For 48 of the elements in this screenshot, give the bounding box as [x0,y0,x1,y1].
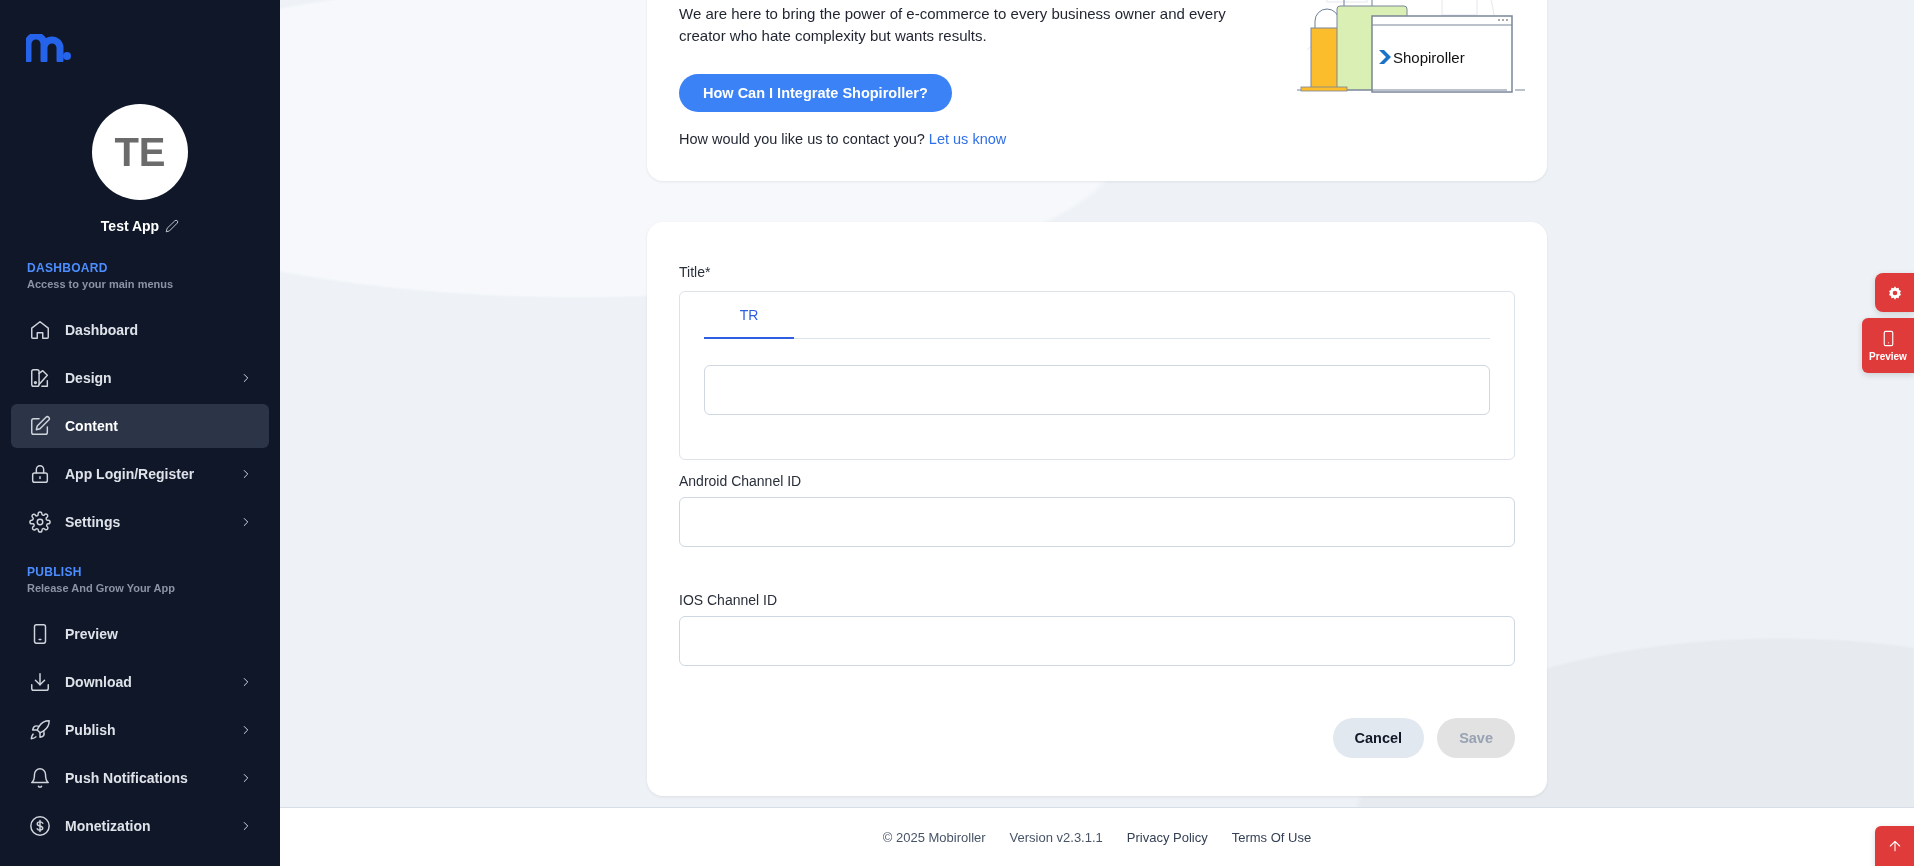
footer-text: Version v2.3.1.1 [1009,829,1103,845]
brand-label: Shopiroller [1393,49,1465,66]
avatar: TE [92,104,188,200]
field-label: Title* [679,263,712,281]
input-field[interactable] [679,616,1515,666]
integrate-button[interactable]: How Can I Integrate Shopiroller? [679,74,952,112]
nav-item[interactable]: Content [11,404,269,448]
lock-icon [29,463,51,485]
nav-item[interactable]: App Login/Register [11,452,269,496]
nav-item[interactable]: Push Notifications [11,756,269,800]
edit-icon [29,415,51,437]
let-us-know-link[interactable]: Let us know [928,131,1007,147]
settings-button[interactable] [1875,273,1914,312]
contact-text: How would you like us to contact you? Let us know [679,130,1008,149]
nav-item[interactable]: Dashboard [11,308,269,352]
nav-item[interactable]: Preview [11,612,269,656]
language-tab[interactable]: TR [704,292,794,339]
footer-text: © 2025 Mobiroller [882,829,986,845]
app-logo-icon [26,34,72,62]
title-input[interactable] [704,365,1490,415]
field-label: IOS Channel ID [679,591,779,609]
scroll-top-button[interactable] [1875,826,1914,866]
download-icon [29,671,51,693]
section-title: PUBLISH [27,565,83,579]
field-label: Android Channel ID [679,472,803,490]
palette-icon [29,367,51,389]
preview-button[interactable]: Preview [1862,318,1914,373]
dollar-icon [29,815,51,837]
nav-item[interactable]: Design [11,356,269,400]
home-icon [29,319,51,341]
gear-icon [1886,284,1903,301]
pencil-icon[interactable] [165,219,180,233]
input-field[interactable] [679,497,1515,547]
bell-icon [29,767,51,789]
nav-item[interactable]: Settings [11,500,269,544]
intro-text: We are here to bring the power of e-commerce to every business owner and every creator who hate complexity but wants results. [679,4,1227,46]
section-subtitle: Release And Grow Your App [27,582,176,594]
nav-item[interactable]: Download [11,660,269,704]
action-button[interactable]: Cancel [1332,718,1425,758]
section-subtitle: Access to your main menus [27,278,175,290]
app-name: Test App [100,218,160,234]
nav-item[interactable]: Publish [11,708,269,752]
footer-link[interactable]: Terms Of Use [1231,829,1312,845]
nav-item[interactable]: Monetization [11,804,269,848]
rocket-icon [29,719,51,741]
gear-icon [29,511,51,533]
section-title: DASHBOARD [27,261,109,275]
footer-link[interactable]: Privacy Policy [1126,829,1208,845]
